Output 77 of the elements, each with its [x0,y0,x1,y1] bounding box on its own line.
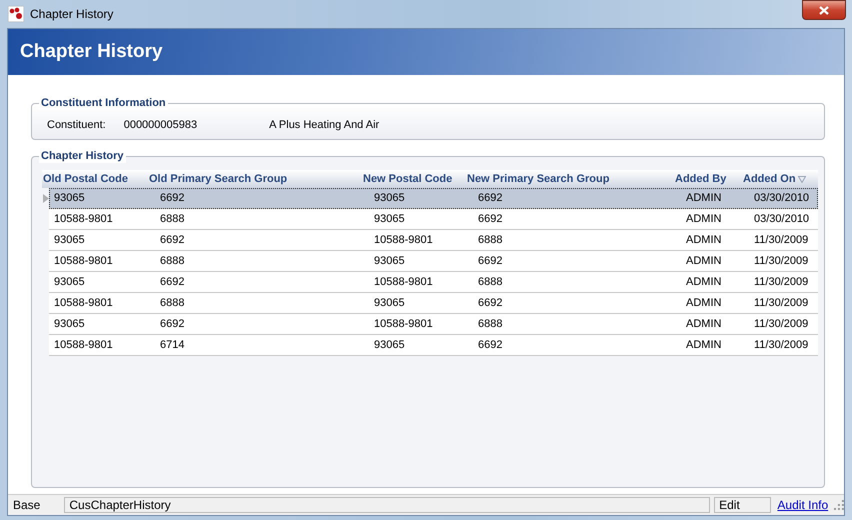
table-row[interactable]: 93065 6692 93065 6692 ADMIN 03/30/2010 [49,188,818,209]
table-cell-text: 10588-9801 [373,233,434,248]
table-cell-text: 93065 [373,212,406,227]
table-cell-text: 11/30/2009 [753,254,810,269]
table-cell-text: 6888 [477,275,504,290]
table-cell-text: 10588-9801 [373,317,434,332]
table-cell-text: 93065 [53,191,86,206]
table-cell-text: 03/30/2010 [753,191,810,206]
close-icon [819,6,829,14]
table-cell-text: 6692 [477,254,504,269]
status-field: CusChapterHistory [64,497,710,513]
table-cell-text: 6692 [477,212,504,227]
table-cell-text: 93065 [53,233,86,248]
close-button[interactable] [802,0,846,20]
column-header[interactable]: Added On [742,173,811,185]
audit-info-link[interactable]: Audit Info [777,498,828,512]
table-row[interactable]: 10588-9801 6714 93065 6692 ADMIN 11/30/2009 [49,335,818,356]
table-cell-text: 6888 [477,317,504,332]
table-cell-text: 10588-9801 [373,275,434,290]
column-header[interactable]: Added By [674,173,742,185]
table-row[interactable]: 10588-9801 6888 93065 6692 ADMIN 03/30/2010 [49,209,818,230]
table-cell-text: ADMIN [685,191,722,206]
table-cell-text: 93065 [373,338,406,353]
column-header[interactable]: Old Primary Search Group [148,173,362,185]
constituent-number: 000000005983 [124,118,198,130]
table-cell-text: 93065 [53,317,86,332]
window-title: Chapter History [30,7,114,21]
table-cell-text: ADMIN [685,212,722,227]
table-cell-text: ADMIN [685,275,722,290]
table-cell-text: 6714 [159,338,186,353]
table-cell-text: 03/30/2010 [753,212,810,227]
table-cell-text: 6692 [477,296,504,311]
constituent-name: A Plus Heating And Air [269,118,380,130]
resize-grip-icon [834,500,844,510]
table-cell-text: 6888 [159,296,186,311]
table-cell-text: 93065 [373,296,406,311]
section-title: Chapter History [39,150,126,163]
table-cell-text: 6888 [159,212,186,227]
table-cell-text: ADMIN [685,338,722,353]
status-text: Base [13,498,42,512]
table-cell-text: 93065 [53,275,86,290]
column-header[interactable]: New Postal Code [362,173,466,185]
table-cell-text: 6692 [159,317,186,332]
table-row[interactable]: 10588-9801 6888 93065 6692 ADMIN 11/30/2009 [49,251,818,272]
table-cell-text: 6888 [159,254,186,269]
header-title: Chapter History [20,41,163,63]
table-cell-text: 93065 [373,254,406,269]
table-cell-text: 11/30/2009 [753,296,810,311]
table-row[interactable]: 93065 6692 10588-9801 6888 ADMIN 11/30/2009 [49,272,818,293]
table-cell-text: 10588-9801 [53,338,114,353]
table-cell-text: ADMIN [685,296,722,311]
table-cell-text: 11/30/2009 [753,338,810,353]
table-cell-text: 10588-9801 [53,212,114,227]
table-cell-text: 93065 [373,191,406,206]
table-cell-text: 6692 [159,233,186,248]
status-field: Edit [714,497,772,513]
table-cell-text: 11/30/2009 [753,233,810,248]
table-row[interactable]: 93065 6692 10588-9801 6888 ADMIN 11/30/2009 [49,230,818,251]
table-cell-text: 6692 [477,191,504,206]
column-header[interactable]: Old Postal Code [42,173,148,185]
table-cell-text: 6692 [159,191,186,206]
table-row[interactable]: 93065 6692 10588-9801 6888 ADMIN 11/30/2009 [49,314,818,335]
field-label: Constituent: [47,118,106,130]
table-cell-text: 10588-9801 [53,254,114,269]
table-cell-text: 6692 [477,338,504,353]
table-cell-text: ADMIN [685,317,722,332]
table-cell-text: 11/30/2009 [753,317,810,332]
table-cell-text: ADMIN [685,233,722,248]
table-cell-text: 11/30/2009 [753,275,810,290]
table-cell-text: ADMIN [685,254,722,269]
table-cell-text: 6888 [477,233,504,248]
table-cell-text: 10588-9801 [53,296,114,311]
row-pointer-icon [42,194,48,203]
table-cell-text: 6692 [159,275,186,290]
app-icon [8,6,24,22]
column-header[interactable]: New Primary Search Group [466,173,674,185]
table-row[interactable]: 10588-9801 6888 93065 6692 ADMIN 11/30/2009 [49,293,818,314]
